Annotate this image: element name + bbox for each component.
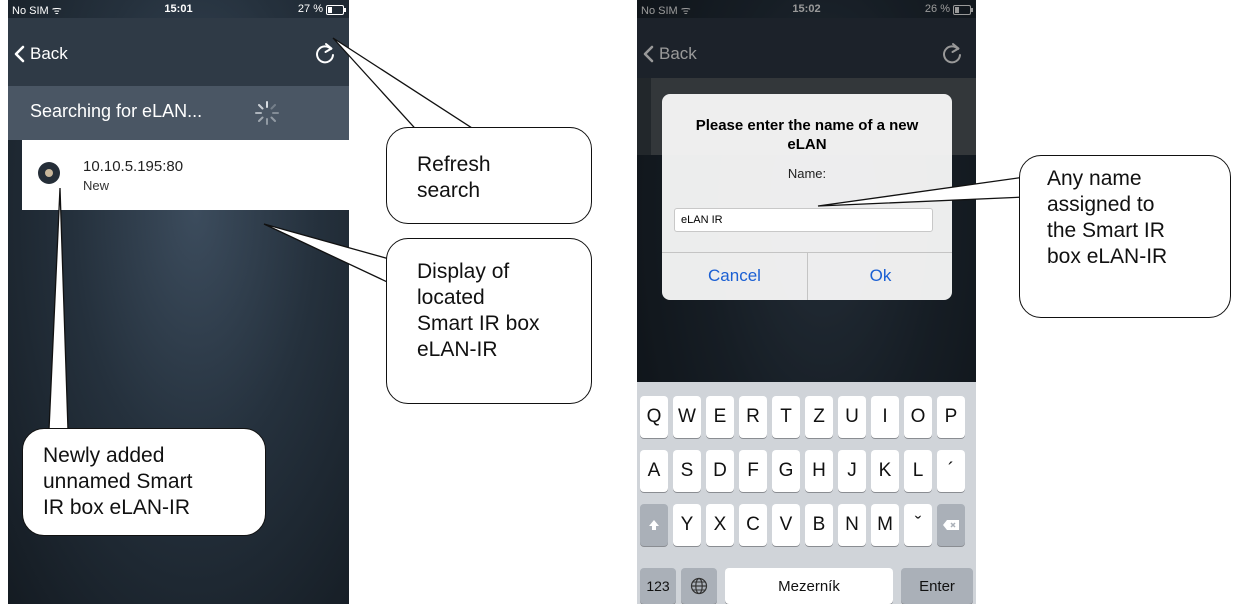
callout-any-name: Any name assigned to the Smart IR box eL… — [1019, 155, 1231, 318]
callout-newly-added: Newly added unnamed Smart IR box eLAN-IR — [22, 428, 266, 536]
callout-refresh-search: Refresh search — [386, 127, 592, 224]
callout-display-located: Display of located Smart IR box eLAN-IR — [386, 238, 592, 404]
